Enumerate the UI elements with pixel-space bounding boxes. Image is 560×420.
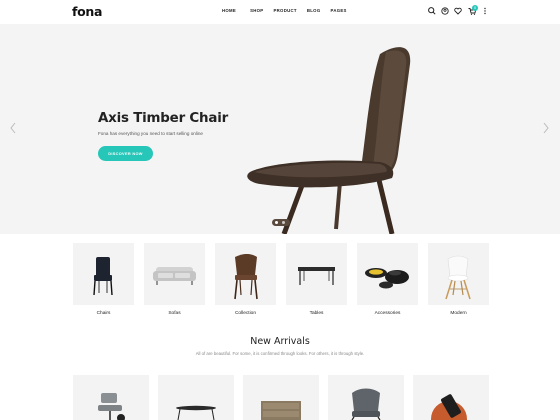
slider-dot-active[interactable] bbox=[275, 221, 278, 224]
slider-pagination bbox=[272, 219, 290, 226]
product-card[interactable] bbox=[413, 375, 489, 420]
product-card[interactable] bbox=[328, 375, 404, 420]
header: fona HOME SHOP PRODUCT BLOG PAGES 0 bbox=[0, 0, 560, 24]
nav-home[interactable]: HOME bbox=[222, 8, 236, 13]
product-card[interactable] bbox=[73, 375, 149, 420]
category-chairs[interactable]: Chairs bbox=[73, 243, 134, 316]
category-label: Accessories bbox=[374, 311, 401, 316]
header-icons bbox=[425, 6, 495, 18]
nav-shop[interactable]: SHOP bbox=[250, 8, 263, 13]
category-image bbox=[215, 243, 276, 305]
category-label: Tables bbox=[309, 311, 324, 316]
category-accessories[interactable]: Accessories bbox=[357, 243, 418, 316]
category-image bbox=[144, 243, 205, 305]
wishlist-icon[interactable] bbox=[453, 6, 463, 16]
category-tables[interactable]: Tables bbox=[286, 243, 347, 316]
category-sofas[interactable]: Sofas bbox=[144, 243, 205, 316]
hero-chair-image bbox=[247, 47, 411, 234]
product-card[interactable] bbox=[158, 375, 234, 420]
cart-count-badge: 0 bbox=[472, 5, 478, 11]
chevron-left-icon[interactable] bbox=[9, 122, 17, 134]
category-label: Sofas bbox=[168, 311, 181, 316]
category-image bbox=[73, 243, 134, 305]
hero-subtitle: Fona has everything you need to start se… bbox=[98, 131, 203, 136]
more-icon[interactable] bbox=[480, 6, 490, 16]
hero-slider: Axis Timber Chair Fona has everything yo… bbox=[0, 24, 560, 234]
category-label: Chairs bbox=[96, 311, 111, 316]
product-card[interactable] bbox=[243, 375, 319, 420]
category-label: Collection bbox=[234, 311, 257, 316]
product-grid bbox=[73, 375, 489, 420]
nav-blog[interactable]: BLOG bbox=[307, 8, 321, 13]
hero-title: Axis Timber Chair bbox=[98, 111, 229, 126]
slider-dot[interactable] bbox=[282, 221, 285, 224]
discover-now-button[interactable]: DISCOVER NOW bbox=[98, 146, 153, 161]
category-image bbox=[428, 243, 489, 305]
category-image bbox=[286, 243, 347, 305]
logo[interactable]: fona bbox=[72, 4, 102, 19]
account-icon[interactable] bbox=[440, 6, 450, 16]
nav-product[interactable]: PRODUCT bbox=[273, 8, 296, 13]
page: fona HOME SHOP PRODUCT BLOG PAGES 0 Axis… bbox=[0, 0, 560, 420]
new-arrivals-title: New Arrivals bbox=[250, 336, 310, 347]
new-arrivals-subtitle: All of are beautiful. For some, it is co… bbox=[195, 351, 365, 356]
nav-pages[interactable]: PAGES bbox=[330, 8, 346, 13]
category-collection[interactable]: Collection bbox=[215, 243, 276, 316]
category-image bbox=[357, 243, 418, 305]
category-label: Modern bbox=[450, 311, 467, 316]
category-list: Chairs Sofas Collection Tables Accessori… bbox=[73, 243, 489, 323]
main-nav: HOME SHOP PRODUCT BLOG PAGES bbox=[222, 8, 347, 13]
search-icon[interactable] bbox=[427, 6, 437, 16]
category-modern[interactable]: Modern bbox=[428, 243, 489, 316]
chevron-right-icon[interactable] bbox=[542, 122, 550, 134]
